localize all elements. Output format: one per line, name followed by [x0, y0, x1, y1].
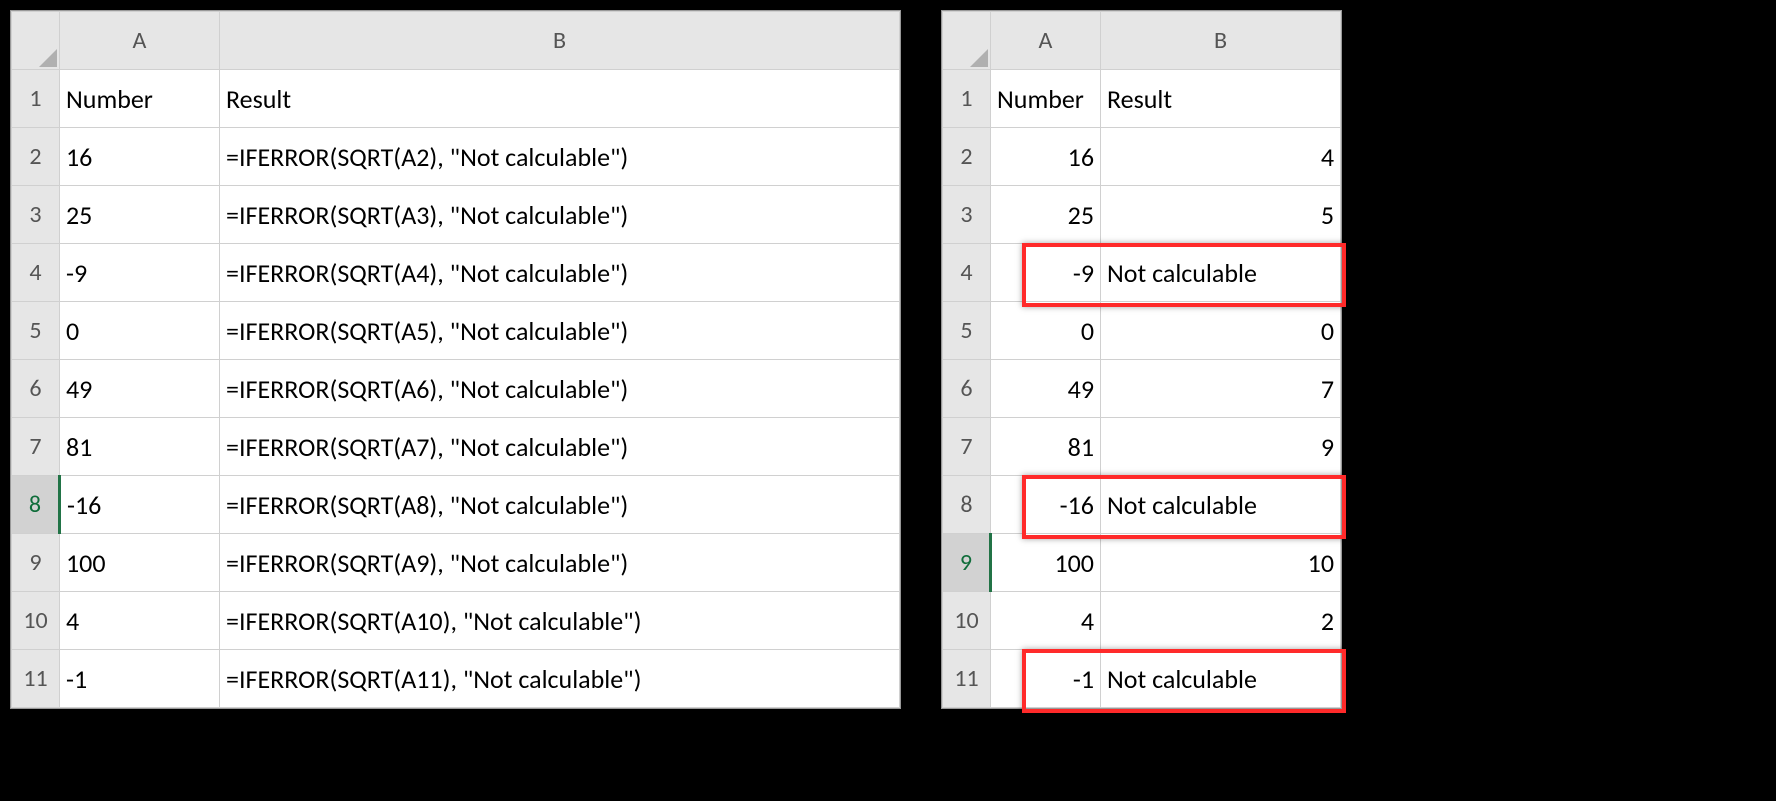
row-header[interactable]: 2: [12, 128, 60, 186]
cell[interactable]: 81: [991, 418, 1101, 476]
grid-right[interactable]: A B 1 Number Result 2 16 4 3 25 5 4 -9 N…: [942, 11, 1341, 708]
cell[interactable]: =IFERROR(SQRT(A2), "Not calculable"): [220, 128, 900, 186]
cell[interactable]: -1: [991, 650, 1101, 708]
spreadsheet-right: A B 1 Number Result 2 16 4 3 25 5 4 -9 N…: [941, 10, 1342, 709]
select-all-corner[interactable]: [12, 12, 60, 70]
cell[interactable]: 9: [1101, 418, 1341, 476]
cell[interactable]: Not calculable: [1101, 476, 1341, 534]
select-all-corner[interactable]: [943, 12, 991, 70]
row-header[interactable]: 10: [12, 592, 60, 650]
cell[interactable]: 2: [1101, 592, 1341, 650]
cell[interactable]: -1: [60, 650, 220, 708]
cell[interactable]: 0: [60, 302, 220, 360]
cell[interactable]: 4: [991, 592, 1101, 650]
cell[interactable]: Not calculable: [1101, 244, 1341, 302]
cell[interactable]: =IFERROR(SQRT(A3), "Not calculable"): [220, 186, 900, 244]
cell[interactable]: 0: [991, 302, 1101, 360]
cell[interactable]: -9: [60, 244, 220, 302]
cell[interactable]: 4: [1101, 128, 1341, 186]
row-header[interactable]: 4: [943, 244, 991, 302]
cell[interactable]: Result: [220, 70, 900, 128]
table-row: 5 0 =IFERROR(SQRT(A5), "Not calculable"): [12, 302, 900, 360]
row-header[interactable]: 6: [12, 360, 60, 418]
row-header[interactable]: 2: [943, 128, 991, 186]
cell[interactable]: -16: [991, 476, 1101, 534]
spreadsheet-left: A B 1 Number Result 2 16 =IFERROR(SQRT(A…: [10, 10, 901, 709]
table-row: 3 25 5: [943, 186, 1341, 244]
cell[interactable]: =IFERROR(SQRT(A11), "Not calculable"): [220, 650, 900, 708]
cell[interactable]: 25: [991, 186, 1101, 244]
table-row: 7 81 9: [943, 418, 1341, 476]
cell[interactable]: 7: [1101, 360, 1341, 418]
table-row: 4 -9 Not calculable: [943, 244, 1341, 302]
table-row: 2 16 =IFERROR(SQRT(A2), "Not calculable"…: [12, 128, 900, 186]
table-row: 10 4 2: [943, 592, 1341, 650]
col-header-A[interactable]: A: [60, 12, 220, 70]
table-row: 6 49 =IFERROR(SQRT(A6), "Not calculable"…: [12, 360, 900, 418]
row-header[interactable]: 5: [943, 302, 991, 360]
grid-left[interactable]: A B 1 Number Result 2 16 =IFERROR(SQRT(A…: [11, 11, 900, 708]
cell[interactable]: Number: [991, 70, 1101, 128]
cell[interactable]: 100: [60, 534, 220, 592]
row-header[interactable]: 11: [943, 650, 991, 708]
cell[interactable]: -16: [60, 476, 220, 534]
cell[interactable]: 49: [60, 360, 220, 418]
col-header-B[interactable]: B: [220, 12, 900, 70]
row-header[interactable]: 7: [943, 418, 991, 476]
row-header[interactable]: 9: [12, 534, 60, 592]
table-row: 1 Number Result: [943, 70, 1341, 128]
cell[interactable]: Result: [1101, 70, 1341, 128]
col-header-A[interactable]: A: [991, 12, 1101, 70]
cell[interactable]: 0: [1101, 302, 1341, 360]
cell[interactable]: Not calculable: [1101, 650, 1341, 708]
cell[interactable]: =IFERROR(SQRT(A10), "Not calculable"): [220, 592, 900, 650]
cell[interactable]: 10: [1101, 534, 1341, 592]
row-header[interactable]: 8: [12, 476, 60, 534]
table-row: 6 49 7: [943, 360, 1341, 418]
cell[interactable]: Number: [60, 70, 220, 128]
table-row: 3 25 =IFERROR(SQRT(A3), "Not calculable"…: [12, 186, 900, 244]
table-row: 4 -9 =IFERROR(SQRT(A4), "Not calculable"…: [12, 244, 900, 302]
table-row: 5 0 0: [943, 302, 1341, 360]
cell[interactable]: 81: [60, 418, 220, 476]
row-header[interactable]: 11: [12, 650, 60, 708]
row-header[interactable]: 5: [12, 302, 60, 360]
row-header[interactable]: 1: [943, 70, 991, 128]
row-header[interactable]: 7: [12, 418, 60, 476]
row-header[interactable]: 6: [943, 360, 991, 418]
cell[interactable]: =IFERROR(SQRT(A7), "Not calculable"): [220, 418, 900, 476]
cell[interactable]: 5: [1101, 186, 1341, 244]
table-row: 8 -16 Not calculable: [943, 476, 1341, 534]
cell[interactable]: =IFERROR(SQRT(A4), "Not calculable"): [220, 244, 900, 302]
row-header[interactable]: 10: [943, 592, 991, 650]
cell[interactable]: -9: [991, 244, 1101, 302]
cell[interactable]: 4: [60, 592, 220, 650]
cell[interactable]: =IFERROR(SQRT(A8), "Not calculable"): [220, 476, 900, 534]
cell[interactable]: =IFERROR(SQRT(A5), "Not calculable"): [220, 302, 900, 360]
table-row: 2 16 4: [943, 128, 1341, 186]
table-row: 11 -1 Not calculable: [943, 650, 1341, 708]
cell[interactable]: =IFERROR(SQRT(A6), "Not calculable"): [220, 360, 900, 418]
cell[interactable]: 16: [60, 128, 220, 186]
cell[interactable]: 100: [991, 534, 1101, 592]
row-header[interactable]: 8: [943, 476, 991, 534]
table-row: 1 Number Result: [12, 70, 900, 128]
table-row: 7 81 =IFERROR(SQRT(A7), "Not calculable"…: [12, 418, 900, 476]
table-row: 8 -16 =IFERROR(SQRT(A8), "Not calculable…: [12, 476, 900, 534]
cell[interactable]: 49: [991, 360, 1101, 418]
row-header[interactable]: 1: [12, 70, 60, 128]
cell[interactable]: 25: [60, 186, 220, 244]
table-row: 11 -1 =IFERROR(SQRT(A11), "Not calculabl…: [12, 650, 900, 708]
row-header[interactable]: 3: [12, 186, 60, 244]
table-row: 9 100 =IFERROR(SQRT(A9), "Not calculable…: [12, 534, 900, 592]
table-row: 10 4 =IFERROR(SQRT(A10), "Not calculable…: [12, 592, 900, 650]
cell[interactable]: =IFERROR(SQRT(A9), "Not calculable"): [220, 534, 900, 592]
table-row: 9 100 10: [943, 534, 1341, 592]
row-header[interactable]: 3: [943, 186, 991, 244]
row-header[interactable]: 9: [943, 534, 991, 592]
col-header-B[interactable]: B: [1101, 12, 1341, 70]
row-header[interactable]: 4: [12, 244, 60, 302]
cell[interactable]: 16: [991, 128, 1101, 186]
